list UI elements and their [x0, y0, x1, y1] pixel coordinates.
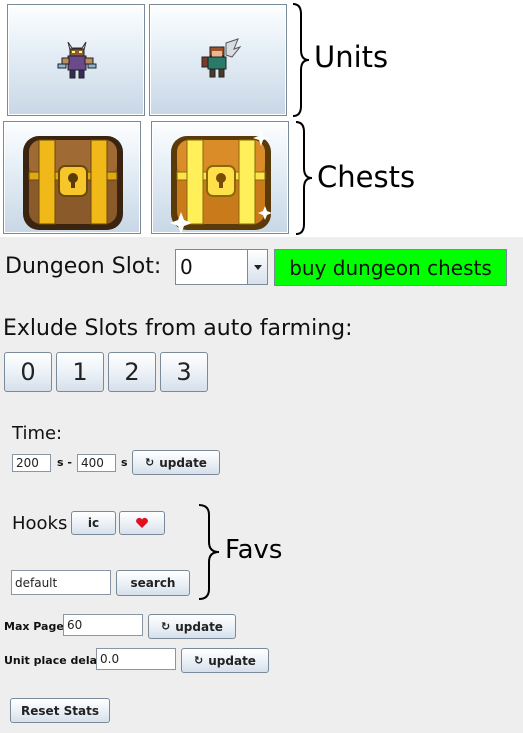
reset-stats-button[interactable]: Reset Stats — [10, 698, 110, 723]
units-label: Units — [314, 40, 389, 74]
hooks-ic-button[interactable]: ic — [71, 511, 116, 535]
heart-icon — [136, 517, 148, 528]
max-page-update-label: update — [175, 619, 223, 634]
buy-dungeon-chests-button[interactable]: buy dungeon chests — [274, 249, 507, 286]
time-min-unit: s - — [57, 456, 72, 469]
chests-label: Chests — [317, 160, 416, 194]
favs-label: Favs — [225, 535, 283, 565]
gold-chest-tile[interactable] — [151, 121, 289, 234]
max-page-update-button[interactable]: ↻ update — [148, 614, 236, 639]
dungeon-slot-value: 0 — [180, 255, 193, 279]
brown-treasure-chest-icon — [23, 136, 123, 230]
unit-place-delay-field[interactable] — [96, 648, 176, 670]
exclude-slot-1-button[interactable]: 1 — [56, 352, 104, 392]
time-update-label: update — [159, 455, 207, 470]
time-max-field[interactable] — [77, 454, 116, 472]
unit-place-delay-label: Unit place delay — [4, 654, 104, 667]
max-page-field[interactable] — [63, 614, 143, 636]
favs-brace-icon — [198, 504, 220, 600]
max-page-label: Max Page — [4, 620, 64, 633]
time-max-unit: s — [121, 456, 128, 469]
exclude-slot-3-button[interactable]: 3 — [160, 352, 208, 392]
hooks-heart-button[interactable] — [119, 511, 165, 535]
hooks-search-field[interactable] — [11, 570, 111, 595]
unit-place-delay-update-button[interactable]: ↻ update — [181, 648, 269, 673]
refresh-icon: ↻ — [194, 654, 204, 667]
dungeon-slot-select[interactable]: 0 — [175, 249, 268, 285]
refresh-icon: ↻ — [145, 456, 155, 469]
refresh-icon: ↻ — [161, 620, 171, 633]
gold-sparkling-treasure-chest-icon — [170, 130, 272, 234]
dungeon-slot-label: Dungeon Slot: — [5, 254, 162, 279]
viking-warrior-unit-tile[interactable] — [7, 4, 145, 116]
chests-brace-icon — [295, 121, 313, 235]
winged-archer-sprite-icon — [201, 38, 242, 78]
exclude-slot-2-button[interactable]: 2 — [108, 352, 156, 392]
hooks-search-button[interactable]: search — [116, 570, 190, 596]
hooks-label: Hooks — [12, 513, 68, 534]
bronze-chest-tile[interactable] — [3, 121, 141, 234]
exclude-slot-0-button[interactable]: 0 — [4, 352, 52, 392]
horned-warrior-sprite-icon — [57, 41, 97, 79]
buy-dungeon-chests-label: buy dungeon chests — [289, 255, 492, 280]
unit-place-delay-update-label: update — [208, 653, 256, 668]
dungeon-slot-dropdown-button[interactable] — [247, 250, 267, 284]
units-brace-icon — [292, 3, 310, 117]
chevron-down-icon — [254, 265, 262, 270]
time-min-field[interactable] — [12, 454, 51, 472]
winged-archer-unit-tile[interactable] — [149, 4, 287, 116]
exclude-slots-label: Exlude Slots from auto farming: — [3, 316, 353, 341]
time-update-button[interactable]: ↻ update — [132, 450, 220, 475]
time-label: Time: — [12, 423, 63, 444]
